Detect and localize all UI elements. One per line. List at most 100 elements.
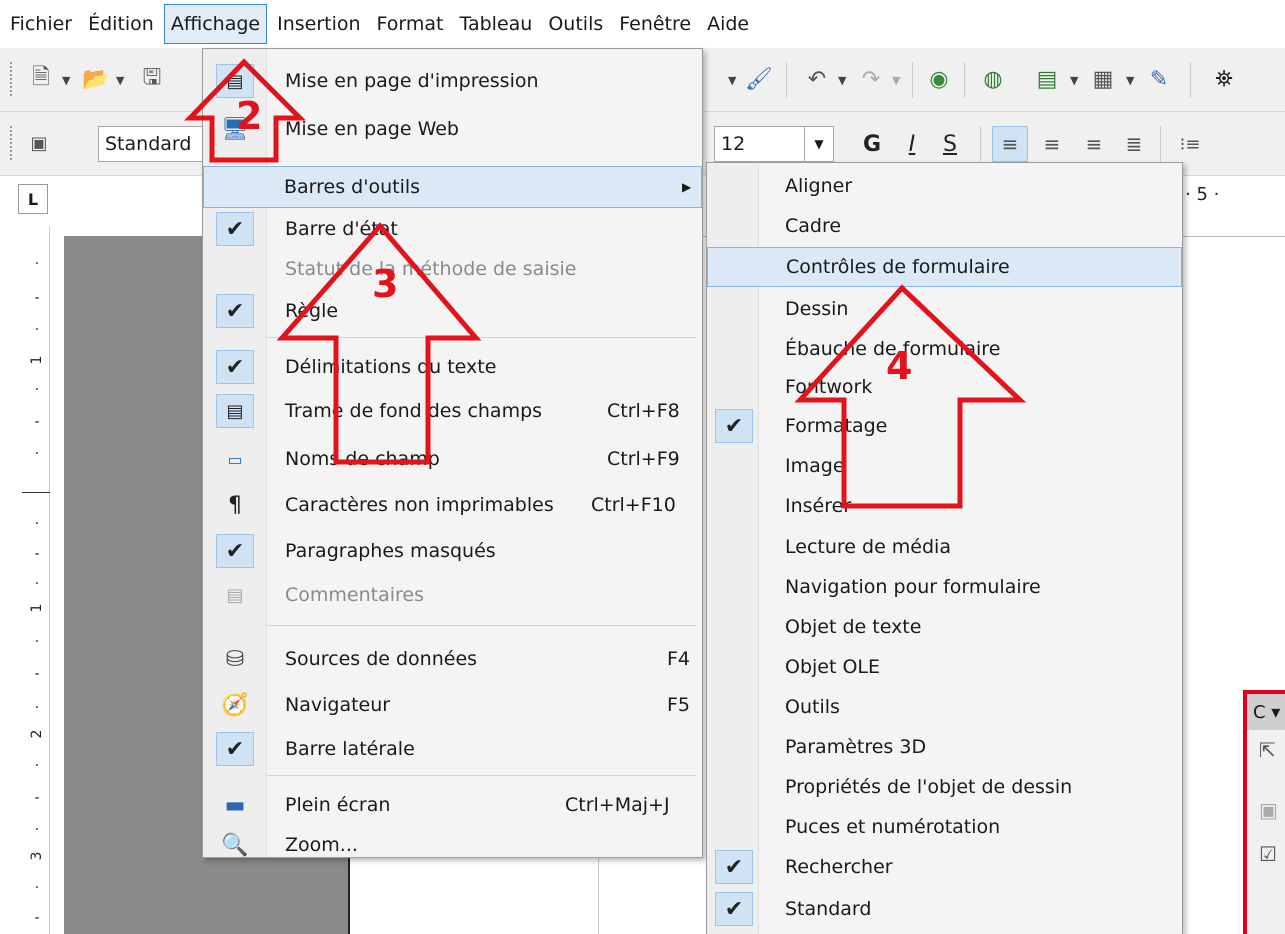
submenu-item-ole-object[interactable]: Objet OLE [707, 647, 1182, 687]
menu-item-label: Aligner [785, 175, 853, 197]
save-icon[interactable]: 🖫 [134, 60, 170, 98]
align-right-icon[interactable]: ≡ [1076, 126, 1112, 162]
submenu-item-standard[interactable]: ✔ Standard [707, 889, 1182, 929]
menu-item-ruler[interactable]: ✔ Règle [203, 291, 702, 331]
font-size-dropdown[interactable]: ▼ [804, 126, 834, 162]
open-folder-icon[interactable]: 📂 [78, 60, 114, 98]
checkbox-control-icon[interactable]: ☑ [1259, 842, 1277, 866]
submenu-item-align[interactable]: Aligner [707, 166, 1182, 206]
field-names-icon: ▭ [227, 449, 243, 469]
submenu-item-frame[interactable]: Cadre [707, 206, 1182, 246]
numbering-icon[interactable]: ⁝≡ [1172, 126, 1208, 162]
menu-item-input-method-status[interactable]: Statut de la méthode de saisie [203, 249, 702, 289]
redo-dropdown-icon[interactable]: ▼ [892, 74, 900, 87]
table-dropdown-icon[interactable]: ▼ [1126, 74, 1134, 87]
font-size-field[interactable]: 12 [714, 126, 806, 162]
field-dropdown-icon[interactable]: ▼ [1070, 74, 1078, 87]
undo-dropdown-icon[interactable]: ▼ [838, 74, 846, 87]
menu-item-label: Noms de champ [285, 448, 440, 470]
bold-button[interactable]: G [856, 126, 888, 162]
submenu-item-image[interactable]: Image [707, 446, 1182, 486]
undo-icon[interactable]: ↶ [800, 60, 834, 98]
clone-formatting-icon[interactable]: 🖌 [742, 60, 776, 98]
menu-item-print-layout[interactable]: ▤ Mise en page d'impression [203, 61, 702, 101]
menu-item-full-screen[interactable]: ▬ Plein écran Ctrl+Maj+J [203, 785, 702, 825]
submenu-item-insert[interactable]: Insérer [707, 486, 1182, 526]
submenu-item-bullets-numbering[interactable]: Puces et numérotation [707, 807, 1182, 847]
libreoffice-writer-window: Fichier Édition Affichage Insertion Form… [0, 0, 1285, 934]
vertical-ruler[interactable]: · - · 1 · - · · - · 1 · - · 2 · - · 3 · … [22, 226, 50, 934]
menu-item-data-sources[interactable]: ⛁ Sources de données F4 [203, 639, 702, 679]
submenu-item-text-object[interactable]: Objet de texte [707, 607, 1182, 647]
form-controls-toolbar[interactable]: C ▾ ⇱ ▣ ☑ [1243, 690, 1285, 934]
draw-icon[interactable]: ✎ [1142, 60, 1176, 98]
menu-fichier[interactable]: Fichier [4, 4, 78, 44]
toolbar-grip[interactable] [10, 62, 13, 96]
justify-icon[interactable]: ≣ [1116, 126, 1152, 162]
submenu-item-media-playback[interactable]: Lecture de média [707, 527, 1182, 567]
new-document-icon[interactable]: 🗎 [24, 60, 58, 98]
menu-item-field-names[interactable]: ▭ Noms de champ Ctrl+F9 [203, 439, 702, 479]
menu-item-comments[interactable]: ▤ Commentaires [203, 575, 702, 615]
underline-button[interactable]: S [934, 126, 966, 162]
autocorrect-icon[interactable]: ◍ [976, 60, 1010, 98]
menu-item-toolbars[interactable]: Barres d'outils ▶ [203, 166, 702, 208]
menu-item-label: Fontwork [785, 376, 873, 398]
menu-fenetre[interactable]: Fenêtre [613, 4, 697, 44]
submenu-item-find[interactable]: ✔ Rechercher [707, 847, 1182, 887]
menu-item-shortcut: Ctrl+F8 [607, 400, 680, 422]
ruler-tick: · [34, 516, 40, 532]
menu-item-navigator[interactable]: 🧭 Navigateur F5 [203, 685, 702, 725]
menu-item-status-bar[interactable]: ✔ Barre d'état [203, 209, 702, 249]
form-controls-title[interactable]: C ▾ [1247, 694, 1285, 730]
insert-field-icon[interactable]: ▤ [1030, 60, 1064, 98]
binoculars-icon[interactable]: ⛯ [1206, 60, 1242, 98]
menu-item-web-layout[interactable]: 🖥 Mise en page Web [203, 109, 702, 149]
redo-icon[interactable]: ↷ [856, 60, 886, 98]
menu-item-shortcut: F4 [667, 648, 691, 670]
menu-outils[interactable]: Outils [542, 4, 609, 44]
submenu-item-form-navigation[interactable]: Navigation pour formulaire [707, 567, 1182, 607]
menu-aide[interactable]: Aide [701, 4, 755, 44]
align-center-icon[interactable]: ≡ [1034, 126, 1070, 162]
submenu-item-formatting[interactable]: ✔ Formatage [707, 406, 1182, 446]
ruler-tick: - [34, 910, 40, 926]
menu-item-text-boundaries[interactable]: ✔ Délimitations du texte [203, 347, 702, 387]
menu-tableau[interactable]: Tableau [454, 4, 539, 44]
menu-affichage[interactable]: Affichage [163, 4, 268, 44]
tab-stop-selector[interactable]: L [18, 184, 48, 214]
menu-item-field-shadings[interactable]: ▤ Trame de fond des champs Ctrl+F8 [203, 391, 702, 431]
align-left-icon[interactable]: ≡ [992, 126, 1028, 162]
paste-dropdown-icon[interactable]: ▼ [728, 74, 736, 87]
form-controls-title-text: C [1253, 701, 1266, 723]
checkmark-icon: ✔ [216, 294, 254, 328]
ruler-tick: - [34, 666, 40, 682]
submenu-item-tools[interactable]: Outils [707, 687, 1182, 727]
select-pointer-icon[interactable]: ⇱ [1259, 738, 1276, 762]
horizontal-ruler[interactable]: · 5 · [1185, 184, 1219, 205]
menu-format[interactable]: Format [371, 4, 450, 44]
menu-edition[interactable]: Édition [82, 4, 160, 44]
menu-item-zoom[interactable]: 🔍 Zoom... [203, 825, 702, 865]
menu-insertion[interactable]: Insertion [271, 4, 366, 44]
menu-item-hidden-paragraphs[interactable]: ✔ Paragraphes masqués [203, 531, 702, 571]
menu-item-sidebar[interactable]: ✔ Barre latérale [203, 729, 702, 769]
design-mode-icon[interactable]: ▣ [1259, 798, 1278, 822]
submenu-item-drawing-object-properties[interactable]: Propriétés de l'objet de dessin [707, 767, 1182, 807]
menu-item-formatting-marks[interactable]: ¶ Caractères non imprimables Ctrl+F10 [203, 485, 702, 525]
styles-icon[interactable]: ▣ [22, 126, 56, 160]
menu-separator [267, 337, 696, 338]
insert-table-icon[interactable]: ▦ [1086, 60, 1120, 98]
submenu-item-3d-settings[interactable]: Paramètres 3D [707, 727, 1182, 767]
toolbar-grip[interactable] [10, 126, 13, 160]
submenu-item-form-design[interactable]: Ébauche de formulaire [707, 329, 1182, 369]
spellcheck-icon[interactable]: ◉ [922, 60, 956, 98]
paragraph-style-field[interactable]: Standard [98, 126, 204, 162]
submenu-item-form-controls[interactable]: Contrôles de formulaire [707, 247, 1182, 287]
open-dropdown-icon[interactable]: ▼ [116, 74, 124, 87]
italic-button[interactable]: I [896, 126, 928, 162]
ruler-tick: - [34, 414, 40, 430]
submenu-item-fontwork[interactable]: Fontwork [707, 367, 1182, 407]
new-dropdown-icon[interactable]: ▼ [62, 74, 70, 87]
submenu-item-drawing[interactable]: Dessin [707, 289, 1182, 329]
